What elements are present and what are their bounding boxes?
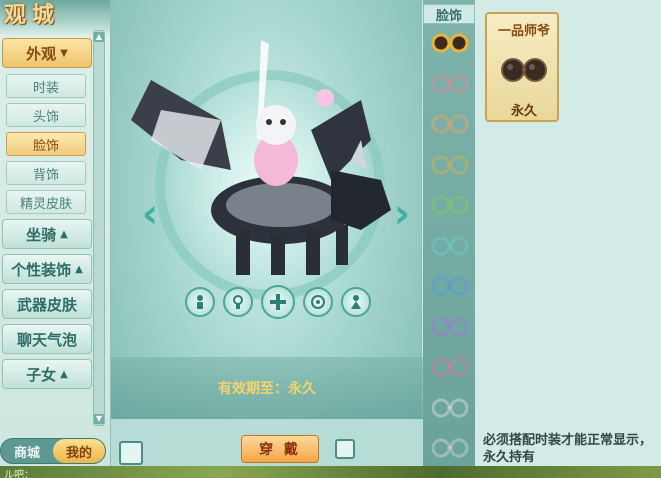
validity-value: 永久 [288,381,316,397]
note-line: 永久持有 [483,450,536,465]
pose-icon[interactable] [223,287,253,317]
subitem-spirit-skin[interactable]: 精灵皮肤 [6,190,86,214]
category-mount[interactable]: 坐骑 ▲ [2,219,92,249]
mount-leg [306,230,320,275]
scene-text: ル吧： [4,470,34,478]
rotate-right-icon[interactable]: › [389,192,415,236]
mount-ride-icon[interactable] [303,287,333,317]
glasses-item-icon[interactable] [429,194,471,216]
scene-ground [0,466,661,478]
mount-leg [236,230,250,275]
pet-sprite [316,89,334,107]
category-label: 武器皮肤 [16,295,77,314]
category-label: 坐骑 [26,225,57,244]
sidebar-scrollbar[interactable]: ▲ ▼ [93,30,105,426]
subitem-fashion[interactable]: 时装 [6,74,86,98]
category-decoration[interactable]: 个性装饰 ▲ [2,254,92,284]
mount-wing-right [311,100,371,180]
person-icon[interactable] [185,287,215,317]
mount-armor [226,183,336,227]
subitem-label: 精灵皮肤 [19,196,72,212]
item-duration: 永久 [510,104,537,119]
subitem-back[interactable]: 背饰 [6,161,86,185]
chevron-up-icon: ▲ [60,368,68,380]
mount-leg [271,235,285,275]
chevron-down-icon: ▼ [60,47,68,59]
subitem-label: 头饰 [32,109,59,125]
sunglasses-icon [501,58,547,82]
glasses-item-icon[interactable] [429,113,471,135]
rider-lion-head [256,105,296,145]
validity-bar: 有效期至： 永久 [111,357,423,419]
toggle-mine[interactable]: 我的 [53,439,105,463]
face-accessory-list[interactable]: 脸饰 [423,0,475,478]
category-chat-bubble[interactable]: 聊天气泡 [2,324,92,354]
mount-leg [336,225,348,265]
category-children[interactable]: 子女 ▲ [2,359,92,389]
toggle-shop[interactable]: 商城 [1,439,53,463]
wear-button[interactable]: 穿 戴 [241,435,319,463]
preview-action-row [185,285,381,319]
edit-icon[interactable] [119,441,143,465]
rider-eye [266,119,272,125]
add-icon[interactable] [261,285,295,319]
glasses-item-icon[interactable] [429,316,471,338]
rider-eye [280,119,286,125]
category-label: 个性装饰 [11,260,72,279]
chevron-up-icon: ▲ [75,263,83,275]
glasses-item-icon[interactable] [429,235,471,257]
subitem-face[interactable]: 脸饰 [6,132,86,156]
category-label: 子女 [26,365,57,384]
item-name: 一品师爷 [497,24,550,39]
action-icon[interactable] [341,287,371,317]
item-detail-panel: 一品师爷 永久 必须搭配时装才能正常显示， 永久持有 [475,0,661,478]
item-note: 必须搭配时装才能正常显示， 永久持有 [483,432,661,466]
share-icon[interactable] [335,439,355,459]
glasses-item-icon[interactable] [429,275,471,297]
category-appearance[interactable]: 外观 ▼ [2,38,92,68]
scroll-down-icon[interactable]: ▼ [94,414,104,424]
mount-head [331,170,391,230]
rotate-left-icon[interactable]: ‹ [137,192,163,236]
glasses-item-icon[interactable] [429,154,471,176]
glasses-item-icon[interactable] [429,356,471,378]
category-weapon-skin[interactable]: 武器皮肤 [2,289,92,319]
subitem-headwear[interactable]: 头饰 [6,103,86,127]
glasses-item-icon[interactable] [429,397,471,419]
glasses-item-icon[interactable] [429,73,471,95]
subitem-label: 背饰 [32,167,59,183]
category-label: 外观 [26,44,57,63]
face-list-title: 脸饰 [423,4,475,24]
character-preview[interactable]: ‹ › 有效期至： 永久 穿 戴 [110,0,423,478]
scroll-up-icon[interactable]: ▲ [94,32,104,42]
item-card[interactable]: 一品师爷 永久 [485,12,559,122]
glasses-item-icon[interactable] [429,32,471,54]
subitem-label: 脸饰 [32,138,59,154]
chevron-up-icon: ▲ [60,228,68,240]
category-label: 聊天气泡 [16,330,77,349]
subitem-label: 时装 [32,80,59,96]
sidebar: 观城 外观 ▼ 时装 头饰 脸饰 背饰 精灵皮肤 坐骑 ▲ 个性装饰 ▲ 武器皮… [0,0,110,478]
note-line: 必须搭配时装才能正常显示， [483,433,653,448]
glasses-item-icon[interactable] [429,437,471,459]
shop-mine-toggle[interactable]: 商城 我的 [0,438,106,464]
mount-model[interactable] [111,20,423,290]
validity-label: 有效期至： [218,381,288,397]
